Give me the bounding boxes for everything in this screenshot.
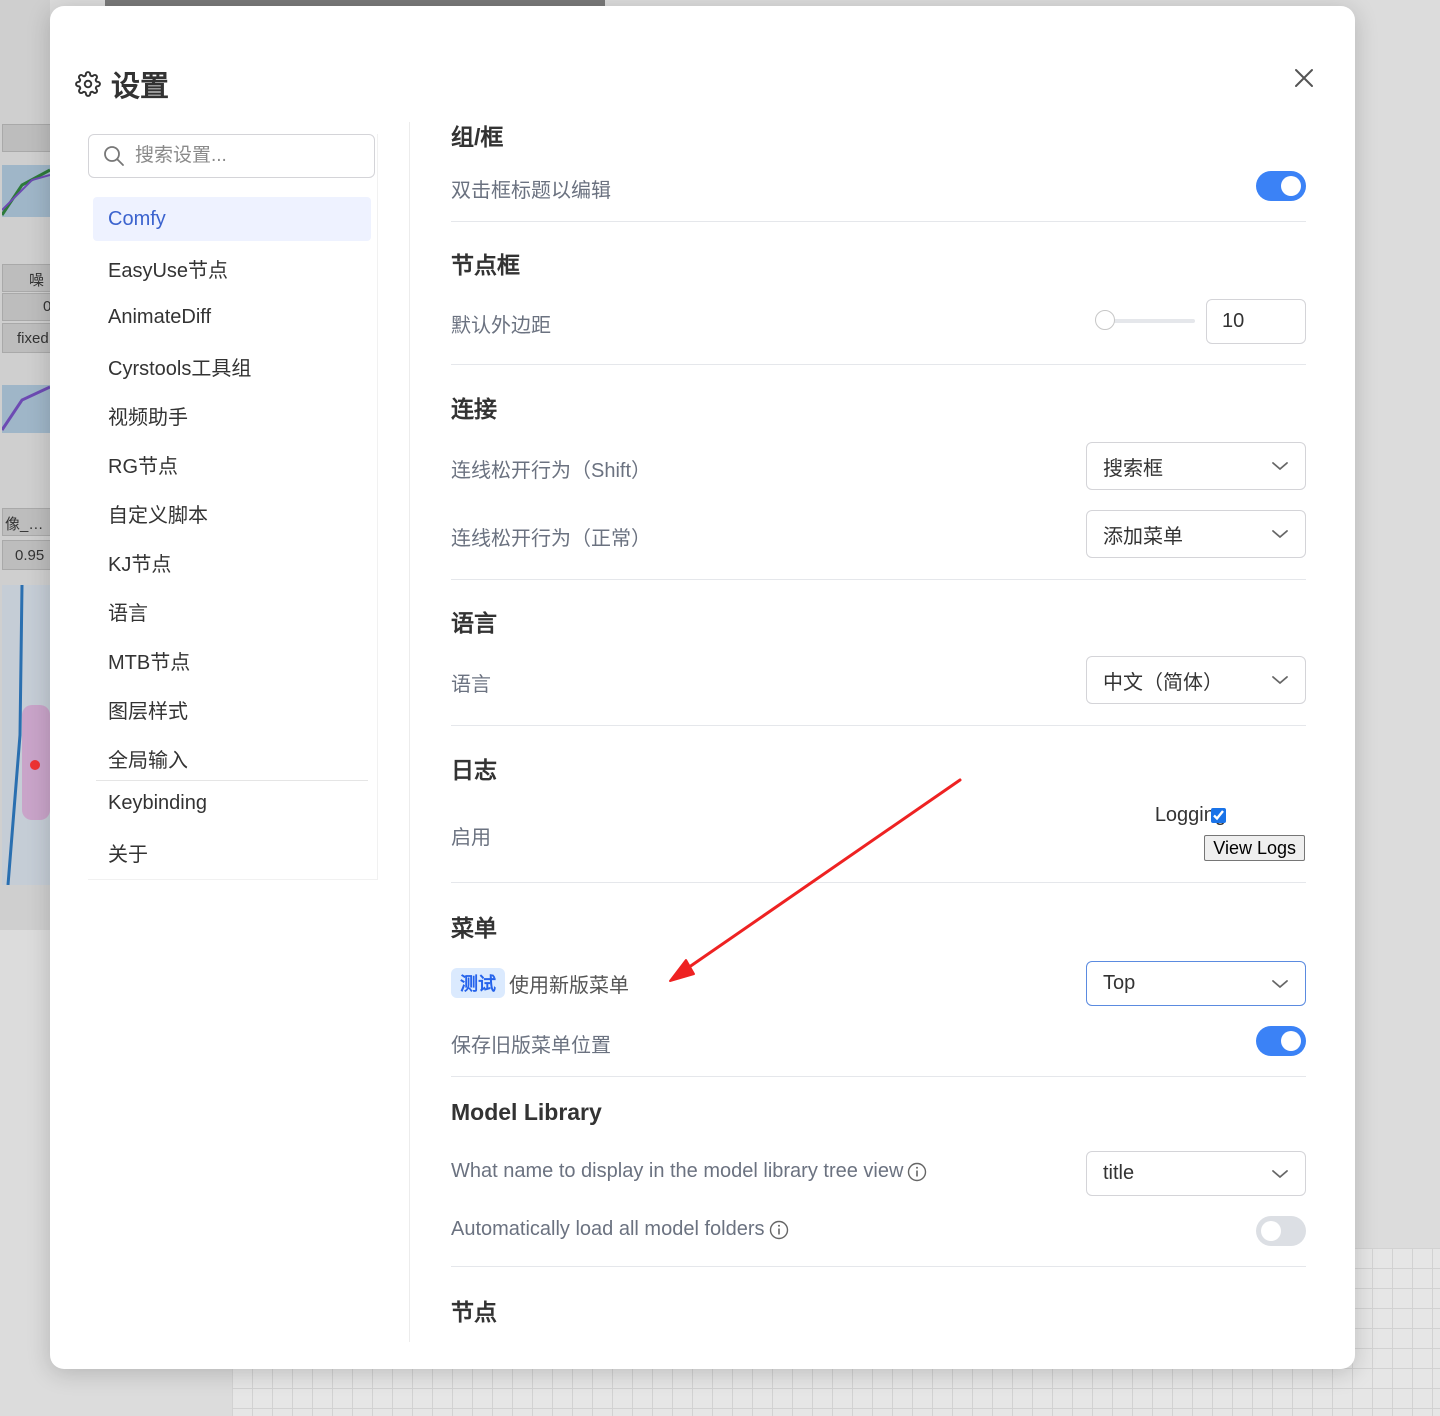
locale-select[interactable]: 中文（简体）: [1086, 656, 1306, 704]
view-logs-button[interactable]: View Logs: [1204, 835, 1305, 861]
new-menu-select[interactable]: Top: [1086, 961, 1306, 1006]
panel-divider: [409, 122, 410, 1342]
model-name-display-select[interactable]: title: [1086, 1151, 1306, 1196]
toggle-knob: [1281, 176, 1301, 196]
chevron-down-icon: [1271, 978, 1289, 990]
slider-thumb[interactable]: [1095, 310, 1115, 330]
section-divider: [451, 364, 1306, 365]
new-menu-row-label: 测试 使用新版菜单: [451, 968, 629, 998]
section-divider: [451, 1076, 1306, 1077]
model-name-display-row: What name to display in the model librar…: [451, 1160, 927, 1183]
background-preview-plot: [2, 165, 50, 217]
section-title-node-box: 节点框: [451, 252, 520, 278]
section-title-group: 组/框: [451, 124, 504, 150]
default-padding-input[interactable]: [1206, 299, 1306, 344]
section-title-language: 语言: [451, 610, 497, 636]
background-widget: fixed: [2, 323, 51, 353]
toggle-knob: [1261, 1221, 1281, 1241]
sidebar-item-custom-scripts[interactable]: 自定义脚本: [93, 491, 371, 535]
chevron-down-icon: [1271, 528, 1289, 540]
settings-dialog: 设置 Comfy EasyUse节点 AnimateDiff Cyrstools…: [50, 6, 1355, 1369]
section-title-menu: 菜单: [451, 915, 497, 941]
sidebar-item-rg-nodes[interactable]: RG节点: [93, 442, 371, 486]
default-padding-label: 默认外边距: [451, 315, 551, 337]
settings-nav: Comfy EasyUse节点 AnimateDiff Cyrstools工具组…: [93, 197, 371, 879]
search-input[interactable]: [133, 144, 357, 168]
search-box: [88, 134, 375, 178]
sidebar-item-kj-nodes[interactable]: KJ节点: [93, 540, 371, 584]
section-divider: [451, 1266, 1306, 1267]
section-divider: [451, 221, 1306, 222]
section-divider: [451, 882, 1306, 883]
settings-sidebar: Comfy EasyUse节点 AnimateDiff Cyrstools工具组…: [88, 134, 378, 880]
link-release-normal-select[interactable]: 添加菜单: [1086, 510, 1306, 558]
locale-label: 语言: [451, 674, 491, 696]
toggle-knob: [1281, 1031, 1301, 1051]
dialog-title: 设置: [111, 71, 170, 103]
background-preview-plot: [2, 585, 50, 885]
section-title-model-library: Model Library: [451, 1099, 602, 1125]
link-release-shift-label: 连线松开行为（Shift）: [451, 460, 652, 482]
auto-load-model-folders-toggle[interactable]: [1256, 1216, 1306, 1246]
select-value: title: [1103, 1162, 1135, 1184]
chevron-down-icon: [1271, 460, 1289, 472]
link-release-shift-select[interactable]: 搜索框: [1086, 442, 1306, 490]
default-padding-slider[interactable]: [1095, 309, 1195, 333]
section-divider: [451, 579, 1306, 580]
background-label: 像_…: [5, 516, 44, 533]
section-title-log: 日志: [451, 757, 497, 783]
auto-load-model-folders-row: Automatically load all model folders: [451, 1218, 789, 1241]
background-widget: [2, 124, 51, 152]
background-widget: 0: [2, 293, 51, 321]
double-click-title-label: 双击框标题以编辑: [451, 180, 611, 202]
sidebar-item-keybinding[interactable]: Keybinding: [93, 781, 371, 825]
sidebar-item-video-helper[interactable]: 视频助手: [93, 393, 371, 437]
info-icon[interactable]: [907, 1162, 927, 1182]
sidebar-item-about[interactable]: 关于: [93, 830, 371, 874]
section-divider: [451, 725, 1306, 726]
link-release-normal-label: 连线松开行为（正常）: [451, 528, 651, 550]
select-value: 中文（简体）: [1103, 671, 1223, 694]
section-title-link: 连接: [451, 396, 497, 422]
gear-icon: [75, 71, 101, 97]
double-click-title-toggle[interactable]: [1256, 171, 1306, 201]
slider-track: [1105, 319, 1195, 323]
sidebar-item-comfy[interactable]: Comfy: [93, 197, 371, 241]
log-enable-label: 启用: [451, 827, 491, 849]
background-widget: 像_…: [2, 508, 51, 536]
chevron-down-icon: [1271, 674, 1289, 686]
beta-tag: 测试: [451, 968, 505, 998]
logging-checkbox[interactable]: [1211, 808, 1226, 823]
keep-old-menu-position-toggle[interactable]: [1256, 1026, 1306, 1056]
sidebar-item-animatediff[interactable]: AnimateDiff: [93, 295, 371, 339]
settings-content: 组/框 双击框标题以编辑 节点框 默认外边距 连接 连线松开行为（Shift） …: [451, 6, 1306, 1369]
background-widget: 0.95: [2, 540, 51, 570]
new-menu-label: 使用新版菜单: [509, 974, 629, 997]
select-value: 搜索框: [1103, 457, 1163, 480]
auto-load-model-folders-label: Automatically load all model folders: [451, 1218, 765, 1240]
background-label: fixed: [17, 330, 49, 347]
select-value: 添加菜单: [1103, 525, 1183, 548]
chevron-down-icon: [1271, 1168, 1289, 1180]
background-label: 噪: [29, 272, 45, 289]
sidebar-item-mtb-nodes[interactable]: MTB节点: [93, 638, 371, 682]
sidebar-item-global-input[interactable]: 全局输入: [93, 736, 371, 780]
background-preview-plot: [2, 385, 50, 433]
dialog-header: 设置: [75, 61, 169, 107]
section-title-nodes: 节点: [451, 1299, 497, 1325]
model-name-display-label: What name to display in the model librar…: [451, 1160, 904, 1182]
sidebar-item-layer-style[interactable]: 图层样式: [93, 687, 371, 731]
sidebar-item-easyuse[interactable]: EasyUse节点: [93, 246, 371, 290]
select-value: Top: [1103, 972, 1136, 994]
sidebar-item-language[interactable]: 语言: [93, 589, 371, 633]
sidebar-item-cyrstools[interactable]: Cyrstools工具组: [93, 344, 371, 388]
search-icon: [104, 146, 124, 166]
background-widget: 噪: [2, 264, 51, 292]
keep-old-menu-position-label: 保存旧版菜单位置: [451, 1035, 611, 1057]
info-icon[interactable]: [769, 1220, 789, 1240]
background-label: 0.95: [15, 547, 45, 564]
